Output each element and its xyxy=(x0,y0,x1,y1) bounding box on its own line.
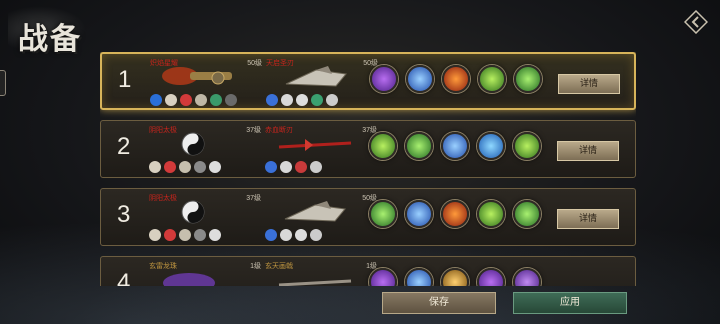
loadout-number: 2 xyxy=(117,133,131,160)
spark-rune-icon xyxy=(326,94,338,106)
wind-skill-icon[interactable] xyxy=(369,200,397,228)
save-button[interactable]: 保存 xyxy=(382,292,496,314)
arcane-skill-icon[interactable] xyxy=(369,268,397,286)
nature-skill-icon[interactable] xyxy=(369,132,397,160)
rune-row xyxy=(265,161,322,173)
arrow-rune-icon xyxy=(265,229,277,241)
loadout-row-1[interactable]: 1 炽焰星耀 50级 天启圣刃 50级 详情 xyxy=(100,52,636,110)
weapon-slot-2[interactable]: 玄天画戟 1级 xyxy=(265,261,377,286)
crimson-spear-icon xyxy=(278,139,352,151)
wind-skill-icon[interactable] xyxy=(514,65,542,93)
weapon-slot-1[interactable]: 阴阳太极 37级 xyxy=(149,125,261,173)
vortex-rune-icon xyxy=(295,229,307,241)
wind-rune-icon xyxy=(210,94,222,106)
skill-row xyxy=(369,200,541,228)
star-rune-icon xyxy=(225,94,237,106)
loadout-row-3[interactable]: 3 阴阳太极 37级 50级 详情 xyxy=(100,188,636,246)
wind-skill-icon[interactable] xyxy=(405,132,433,160)
side-expand-tab[interactable] xyxy=(0,70,6,96)
lightning-skill-icon[interactable] xyxy=(477,132,505,160)
fire-skill-icon[interactable] xyxy=(442,65,470,93)
weapon-level: 50级 xyxy=(247,60,262,67)
leaf-rune-icon xyxy=(311,94,323,106)
mist-rune-icon xyxy=(179,229,191,241)
title-brush-backdrop: 战备 xyxy=(8,6,86,57)
weapon-slot-2[interactable]: 天启圣刃 50级 xyxy=(266,58,378,106)
rune-row xyxy=(149,229,221,241)
ice-skill-icon[interactable] xyxy=(406,65,434,93)
armored-blade-icon xyxy=(284,201,346,222)
loadout-number: 4 xyxy=(117,269,131,286)
weapon-slot-2[interactable]: 50级 xyxy=(265,193,377,241)
rune-row xyxy=(150,94,237,106)
vortex-rune-icon xyxy=(310,161,322,173)
rune-row xyxy=(266,94,338,106)
loadout-list: 1 炽焰星耀 50级 天启圣刃 50级 详情 2 阴阳太极 37级 赤血断刃 3… xyxy=(100,52,636,286)
ghost-rune-icon xyxy=(194,161,206,173)
ice-skill-icon[interactable] xyxy=(441,132,469,160)
cross-rune-icon xyxy=(280,229,292,241)
mist-rune-icon xyxy=(179,161,191,173)
halberd-icon xyxy=(278,279,352,286)
weapon-level: 37级 xyxy=(246,127,261,134)
arcane-skill-icon[interactable] xyxy=(477,268,505,286)
weapon-slot-1[interactable]: 玄雷龙珠 1级 xyxy=(149,261,261,286)
weapon-slot-2[interactable]: 赤血断刃 37级 xyxy=(265,125,377,173)
flame-rune-icon xyxy=(164,161,176,173)
cross-rune-icon xyxy=(280,161,292,173)
wind-skill-icon[interactable] xyxy=(513,200,541,228)
nature-skill-icon[interactable] xyxy=(477,200,505,228)
nature-skill-icon[interactable] xyxy=(513,132,541,160)
vortex-rune-icon xyxy=(296,94,308,106)
cloud-rune-icon xyxy=(149,229,161,241)
loadout-row-4[interactable]: 4 玄雷龙珠 1级 玄天画戟 1级 xyxy=(100,256,636,286)
mist-rune-icon xyxy=(195,94,207,106)
loadout-number: 1 xyxy=(118,66,132,93)
skill-row xyxy=(370,65,542,93)
flame-rune-icon xyxy=(164,229,176,241)
weapon-slot-1[interactable]: 炽焰星耀 50级 xyxy=(150,58,262,106)
cloud-rune-icon xyxy=(149,161,161,173)
skill-row xyxy=(369,268,541,286)
ice-skill-icon[interactable] xyxy=(405,268,433,286)
weapon-slot-1[interactable]: 阴阳太极 37级 xyxy=(149,193,261,241)
skill-row xyxy=(369,132,541,160)
detail-button[interactable]: 详情 xyxy=(558,74,620,94)
spark-rune-icon xyxy=(310,229,322,241)
ghost-rune-icon xyxy=(194,229,206,241)
close-icon[interactable] xyxy=(683,9,709,35)
shadow-skill-icon[interactable] xyxy=(513,268,541,286)
armored-blade-icon xyxy=(285,66,347,87)
star-rune-icon xyxy=(209,161,221,173)
water-rune-icon xyxy=(150,94,162,106)
detail-button[interactable]: 详情 xyxy=(557,141,619,161)
purple-dragon-orb-icon xyxy=(163,273,215,286)
detail-button[interactable]: 详情 xyxy=(557,209,619,229)
page-title: 战备 xyxy=(18,22,82,57)
cloud-rune-icon xyxy=(165,94,177,106)
apply-button[interactable]: 应用 xyxy=(513,292,627,314)
cross-rune-icon xyxy=(281,94,293,106)
rune-row xyxy=(265,229,322,241)
loadout-row-2[interactable]: 2 阴阳太极 37级 赤血断刃 37级 详情 xyxy=(100,120,636,178)
light-skill-icon[interactable] xyxy=(441,268,469,286)
rune-row xyxy=(149,161,221,173)
yin-yang-icon xyxy=(181,200,205,224)
loadout-number: 3 xyxy=(117,201,131,228)
yin-yang-icon xyxy=(181,132,205,156)
ice-skill-icon[interactable] xyxy=(405,200,433,228)
weapon-level: 1级 xyxy=(250,263,261,270)
flame-cannon-icon xyxy=(162,67,232,85)
nature-skill-icon[interactable] xyxy=(478,65,506,93)
arrow-rune-icon xyxy=(265,161,277,173)
weapon-level: 37级 xyxy=(246,195,261,202)
fire-skill-icon[interactable] xyxy=(441,200,469,228)
arrow-rune-icon xyxy=(266,94,278,106)
star-rune-icon xyxy=(209,229,221,241)
flame-rune-icon xyxy=(180,94,192,106)
blood-rune-icon xyxy=(295,161,307,173)
arcane-skill-icon[interactable] xyxy=(370,65,398,93)
